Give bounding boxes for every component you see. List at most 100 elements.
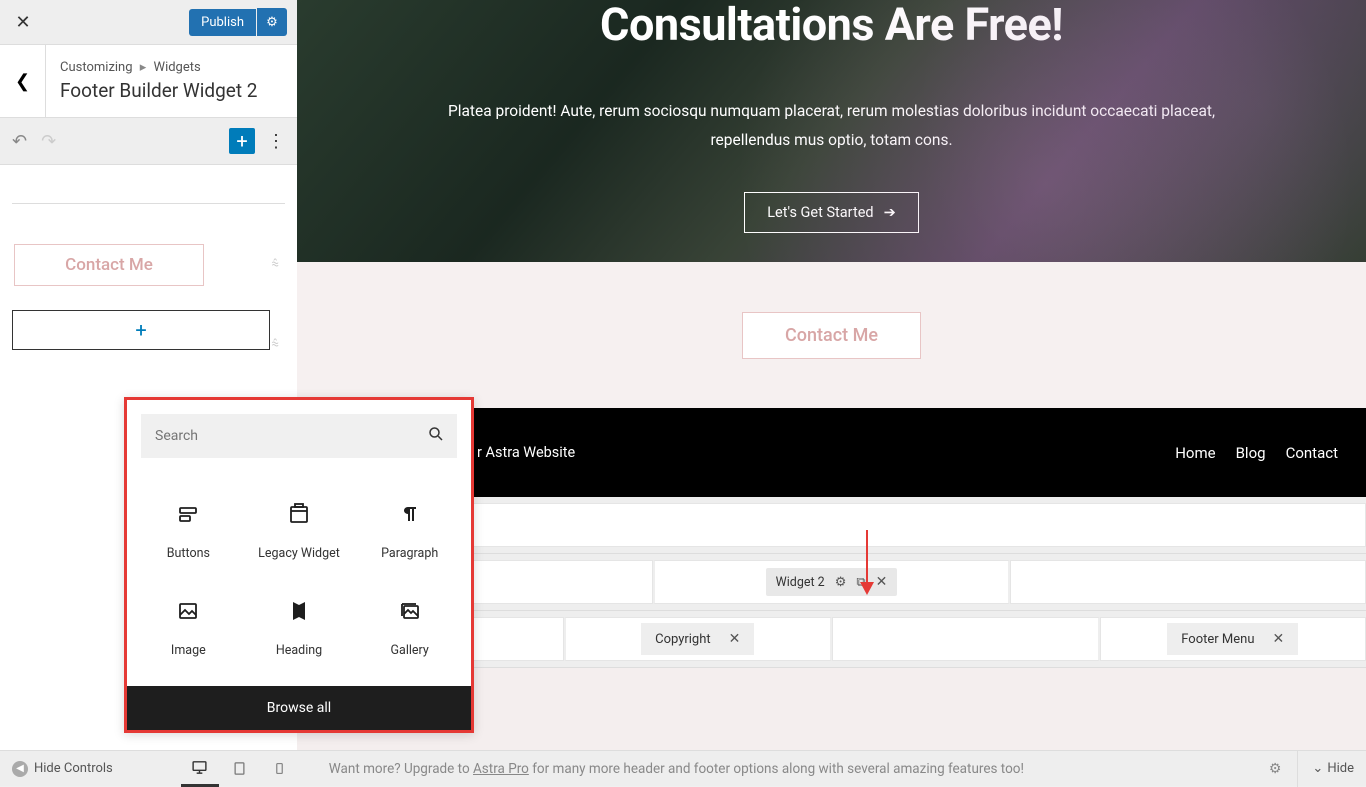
- sidebar-top: ✕ Publish ⚙: [0, 0, 297, 45]
- close-icon[interactable]: ✕: [1273, 631, 1285, 647]
- add-block-button[interactable]: +: [12, 310, 270, 350]
- chevron-left-icon: ❮: [15, 71, 30, 92]
- hero-cta-label: Let's Get Started: [767, 204, 873, 221]
- footer-nav-blog[interactable]: Blog: [1236, 444, 1266, 462]
- divider: [12, 203, 285, 204]
- heading-icon: [287, 597, 311, 625]
- builder-primary-center[interactable]: Widget 2 ⚙ ⧉ ✕: [653, 560, 1011, 604]
- arrow-right-icon: ➔: [884, 204, 896, 221]
- breadcrumb-leaf[interactable]: Widgets: [154, 60, 201, 75]
- image-icon: [176, 597, 200, 625]
- legacy-widget-icon: [287, 500, 311, 528]
- close-icon[interactable]: ✕: [729, 631, 741, 647]
- block-label: Legacy Widget: [258, 546, 340, 561]
- contact-me-block[interactable]: Contact Me: [14, 244, 204, 286]
- contact-me-button[interactable]: Contact Me: [742, 312, 921, 359]
- hide-controls-button[interactable]: ◀ Hide Controls: [0, 761, 125, 777]
- duplicate-icon[interactable]: ⧉: [856, 575, 865, 590]
- sidebar-header: ❮ Customizing ▸ Widgets Footer Builder W…: [0, 45, 297, 118]
- page-title: Footer Builder Widget 2: [60, 79, 283, 102]
- footer-menu-label: Footer Menu: [1181, 632, 1254, 647]
- contact-section: Contact Me: [297, 262, 1366, 408]
- back-button[interactable]: ❮: [0, 45, 46, 118]
- search-input[interactable]: [141, 414, 457, 458]
- undo-redo-group: ↶ ↷: [12, 131, 56, 152]
- plus-icon: +: [236, 129, 247, 153]
- breadcrumb-root[interactable]: Customizing: [60, 60, 133, 75]
- block-image[interactable]: Image: [133, 579, 244, 676]
- close-icon[interactable]: ✕: [876, 574, 888, 590]
- block-label: Gallery: [391, 643, 429, 658]
- drag-handle-icon[interactable]: ⩯: [271, 337, 279, 352]
- toolbar-right: + ⋮: [229, 128, 285, 154]
- footer-nav: Home Blog Contact: [1175, 444, 1338, 462]
- block-buttons[interactable]: Buttons: [133, 482, 244, 579]
- publish-button[interactable]: Publish: [189, 9, 256, 36]
- buttons-icon: [176, 500, 200, 528]
- publish-group: Publish ⚙: [189, 8, 287, 36]
- breadcrumb-trail: Customizing ▸ Widgets: [60, 60, 283, 75]
- plus-icon: +: [135, 318, 146, 342]
- collapse-icon: ◀: [12, 761, 28, 777]
- builder-primary-right[interactable]: [1010, 560, 1366, 604]
- hero-text: Platea proident! Aute, rerum sociosqu nu…: [407, 97, 1257, 156]
- promo-text: Want more? Upgrade to Astra Pro for many…: [329, 761, 1024, 777]
- block-heading[interactable]: Heading: [244, 579, 355, 676]
- widget-2-chip[interactable]: Widget 2 ⚙ ⧉ ✕: [766, 568, 898, 596]
- paragraph-icon: [398, 500, 422, 528]
- chevron-down-icon: ⌄: [1312, 761, 1323, 776]
- site-name: r Astra Website: [477, 444, 575, 461]
- builder-gear-button[interactable]: ⚙: [1259, 761, 1292, 777]
- footer-nav-home[interactable]: Home: [1175, 444, 1215, 462]
- hero-cta-button[interactable]: Let's Get Started ➔: [744, 192, 918, 233]
- undo-button[interactable]: ↶: [12, 131, 27, 152]
- builder-bottom-2[interactable]: Copyright ✕: [564, 617, 833, 661]
- block-gallery[interactable]: Gallery: [354, 579, 465, 676]
- device-desktop-tab[interactable]: [181, 751, 219, 787]
- bottom-right-controls: ⚙ ⌄ Hide: [1259, 751, 1366, 787]
- breadcrumb: Customizing ▸ Widgets Footer Builder Wid…: [46, 50, 297, 112]
- hero-section: Consultations Are Free! Platea proident!…: [297, 0, 1366, 262]
- promo-pre: Want more? Upgrade to: [329, 761, 473, 777]
- gear-icon[interactable]: ⚙: [835, 575, 847, 590]
- footer-nav-contact[interactable]: Contact: [1286, 444, 1338, 462]
- block-grid: Buttons Legacy Widget Paragraph Image He…: [127, 472, 471, 686]
- more-options-button[interactable]: ⋮: [267, 131, 285, 152]
- gear-icon: ⚙: [266, 15, 278, 30]
- close-customizer-button[interactable]: ✕: [10, 9, 36, 35]
- block-label: Paragraph: [381, 546, 438, 561]
- widget-2-label: Widget 2: [776, 575, 825, 590]
- hide-label: Hide: [1327, 761, 1354, 776]
- hide-builder-button[interactable]: ⌄ Hide: [1297, 751, 1354, 787]
- builder-bottom-4[interactable]: Footer Menu ✕: [1100, 617, 1366, 661]
- breadcrumb-sep-icon: ▸: [140, 60, 147, 75]
- edit-toolbar: ↶ ↷ + ⋮: [0, 118, 297, 165]
- promo-post: for many more header and footer options …: [529, 761, 1024, 777]
- gallery-icon: [398, 597, 422, 625]
- add-block-toggle[interactable]: +: [229, 128, 255, 154]
- block-label: Buttons: [167, 546, 210, 561]
- hide-controls-label: Hide Controls: [34, 761, 113, 776]
- device-mobile-tab[interactable]: [261, 751, 299, 787]
- promo-link[interactable]: Astra Pro: [473, 761, 529, 777]
- block-paragraph[interactable]: Paragraph: [354, 482, 465, 579]
- copyright-chip[interactable]: Copyright ✕: [641, 623, 754, 655]
- block-label: Heading: [276, 643, 322, 658]
- device-tabs: [181, 751, 299, 787]
- footer-menu-chip[interactable]: Footer Menu ✕: [1167, 623, 1298, 655]
- redo-button[interactable]: ↷: [41, 131, 56, 152]
- search-icon: [427, 425, 445, 447]
- copyright-label: Copyright: [655, 632, 711, 647]
- block-search-wrap: [127, 400, 471, 472]
- publish-settings-button[interactable]: ⚙: [257, 8, 287, 36]
- hero-title: Consultations Are Free!: [600, 0, 1063, 51]
- drag-handle-icon[interactable]: ⩯: [271, 257, 279, 272]
- block-inserter-popover: Buttons Legacy Widget Paragraph Image He…: [124, 397, 474, 733]
- block-legacy-widget[interactable]: Legacy Widget: [244, 482, 355, 579]
- browse-all-button[interactable]: Browse all: [127, 686, 471, 730]
- builder-bottom-3[interactable]: [832, 617, 1100, 661]
- block-label: Image: [171, 643, 206, 658]
- bottom-bar: ◀ Hide Controls Want more? Upgrade to As…: [0, 750, 1366, 786]
- device-tablet-tab[interactable]: [221, 751, 259, 787]
- sidebar-body: ⩯ Contact Me ⩯ +: [0, 165, 297, 370]
